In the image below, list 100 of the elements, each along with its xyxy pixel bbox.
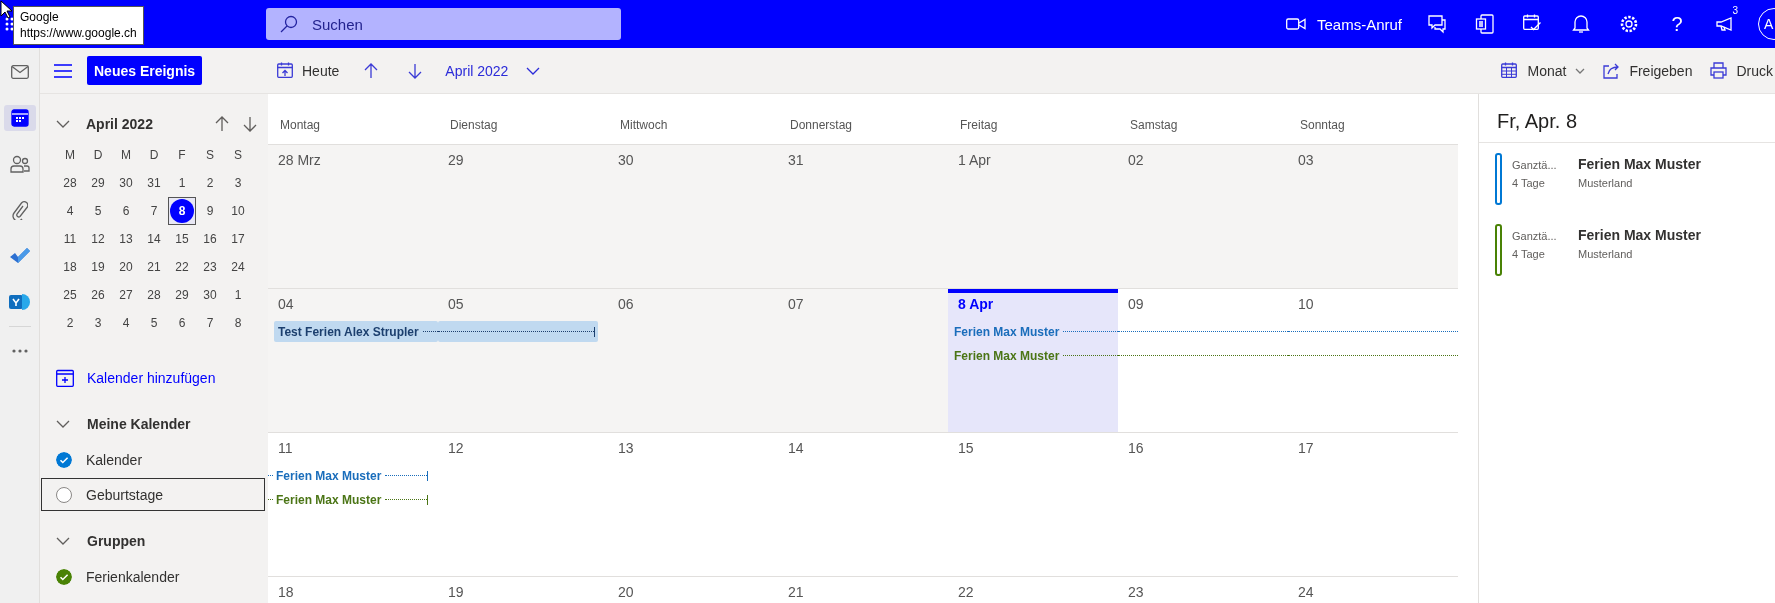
date-button[interactable]: 29 xyxy=(84,169,112,197)
date-button[interactable]: 30 xyxy=(112,169,140,197)
date-label: 19 xyxy=(448,583,464,601)
checkbox[interactable] xyxy=(56,451,72,468)
date-button[interactable]: 19 xyxy=(84,253,112,281)
date-button[interactable]: 28 xyxy=(56,169,84,197)
date-button[interactable]: 31 xyxy=(140,169,168,197)
new-event-button[interactable]: Neues Ereignis xyxy=(87,56,203,85)
megaphone-icon[interactable] xyxy=(1715,16,1735,32)
month-picker-button[interactable]: April 2022 xyxy=(445,54,541,87)
date-button[interactable]: 4 xyxy=(112,309,140,337)
checkbox[interactable] xyxy=(56,486,72,503)
date-button[interactable]: 12 xyxy=(84,225,112,253)
event-bar[interactable] xyxy=(438,321,598,342)
event-label[interactable]: Ferien Max Muster xyxy=(954,321,1118,342)
add-calendar-link[interactable]: Kalender hinzufügen xyxy=(40,362,216,394)
date-label: 31 xyxy=(788,151,804,169)
checkmark-icon xyxy=(8,247,31,265)
chat-icon[interactable] xyxy=(1426,14,1448,34)
date-button[interactable]: 2 xyxy=(196,169,224,197)
date-button[interactable]: 6 xyxy=(168,309,196,337)
date-button[interactable]: 27 xyxy=(112,281,140,309)
date-label: 21 xyxy=(788,583,804,601)
date-button[interactable]: 5 xyxy=(140,309,168,337)
date-button[interactable]: 28 xyxy=(140,281,168,309)
date-button[interactable]: 13 xyxy=(112,225,140,253)
event-label[interactable]: Ferien Max Muster xyxy=(954,345,1118,366)
weekday-header: Samstag xyxy=(1129,117,1179,134)
share-button[interactable]: Freigeben xyxy=(1603,54,1693,87)
date-label: 06 xyxy=(618,295,634,313)
date-button[interactable]: 9 xyxy=(196,197,224,225)
settings-icon[interactable] xyxy=(1619,14,1639,34)
date-button[interactable]: 22 xyxy=(168,253,196,281)
weekday-label: M xyxy=(120,147,132,164)
date-button[interactable]: 5 xyxy=(84,197,112,225)
event-label[interactable]: Ferien Max Muster xyxy=(268,489,428,510)
date-button[interactable]: 6 xyxy=(112,197,140,225)
date-button[interactable]: 7 xyxy=(196,309,224,337)
date-button[interactable]: 18 xyxy=(56,253,84,281)
date-button[interactable]: 20 xyxy=(112,253,140,281)
date-label: 8 Apr xyxy=(958,295,994,313)
calendar-add-icon xyxy=(56,369,74,387)
help-button[interactable]: ? xyxy=(1653,0,1701,48)
date-button[interactable]: 3 xyxy=(84,309,112,337)
date-label: 04 xyxy=(278,295,294,313)
event-bar[interactable]: Test Ferien Alex Strupler xyxy=(274,321,438,342)
menu-icon[interactable] xyxy=(54,63,72,78)
search-icon xyxy=(280,15,298,33)
event-time: Ganztä... xyxy=(1512,159,1558,171)
event-time: Ganztä... xyxy=(1512,230,1558,242)
event-title: Ferien Max Muster xyxy=(1578,227,1701,243)
date-button[interactable]: 14 xyxy=(140,225,168,253)
section-header[interactable]: Gruppen xyxy=(40,523,268,559)
date-button[interactable]: 17 xyxy=(224,225,252,253)
calendar-item[interactable]: Geburtstage xyxy=(41,478,265,511)
date-button[interactable]: 7 xyxy=(140,197,168,225)
calendar-icon xyxy=(10,109,29,127)
date-label: 30 xyxy=(618,151,634,169)
date-button[interactable]: 10 xyxy=(224,197,252,225)
document-icon[interactable] xyxy=(1475,14,1495,34)
calendar-item[interactable]: Kalender xyxy=(41,443,265,476)
date-button[interactable]: 26 xyxy=(84,281,112,309)
search-field[interactable]: Suchen xyxy=(266,8,621,40)
teams-call-button[interactable]: Teams-Anruf xyxy=(1285,0,1408,48)
bell-icon[interactable] xyxy=(1572,14,1590,34)
date-button[interactable]: 8 xyxy=(168,197,196,225)
date-label: 03 xyxy=(1298,151,1314,169)
chevron-down-icon xyxy=(56,419,72,429)
date-button[interactable]: 21 xyxy=(140,253,168,281)
rail-button[interactable] xyxy=(3,105,36,131)
agenda-event[interactable]: Ganztä... 4 Tage Ferien Max Muster Musterland xyxy=(1495,224,1775,276)
date-button[interactable]: 25 xyxy=(56,281,84,309)
event-label[interactable]: Ferien Max Muster xyxy=(268,465,428,486)
today-button[interactable]: Heute xyxy=(277,54,340,87)
calendar-item[interactable]: Ferienkalender xyxy=(41,560,265,593)
up-arrow-icon[interactable] xyxy=(363,62,380,79)
date-button[interactable]: 3 xyxy=(224,169,252,197)
date-button[interactable]: 29 xyxy=(168,281,196,309)
checkbox[interactable] xyxy=(56,568,72,585)
date-button[interactable]: 1 xyxy=(224,281,252,309)
date-button[interactable]: 1 xyxy=(168,169,196,197)
date-button[interactable]: 15 xyxy=(168,225,196,253)
print-button[interactable]: Druck xyxy=(1710,54,1773,87)
date-button[interactable]: 24 xyxy=(224,253,252,281)
date-button[interactable]: 2 xyxy=(56,309,84,337)
view-button[interactable]: Monat xyxy=(1501,54,1586,87)
date-button[interactable]: 8 xyxy=(224,309,252,337)
date-button[interactable]: 4 xyxy=(56,197,84,225)
down-arrow-icon[interactable] xyxy=(242,116,258,132)
date-button[interactable]: 16 xyxy=(196,225,224,253)
chevron-down-icon[interactable] xyxy=(56,119,72,129)
date-button[interactable]: 11 xyxy=(56,225,84,253)
date-label: 28 Mrz xyxy=(278,151,321,169)
down-arrow-icon[interactable] xyxy=(407,62,424,79)
date-button[interactable]: 23 xyxy=(196,253,224,281)
date-button[interactable]: 30 xyxy=(196,281,224,309)
weekday-header: Freitag xyxy=(959,117,999,134)
up-arrow-icon[interactable] xyxy=(214,116,230,132)
section-header[interactable]: Meine Kalender xyxy=(40,406,268,442)
agenda-event[interactable]: Ganztä... 4 Tage Ferien Max Muster Musterland xyxy=(1495,153,1775,205)
